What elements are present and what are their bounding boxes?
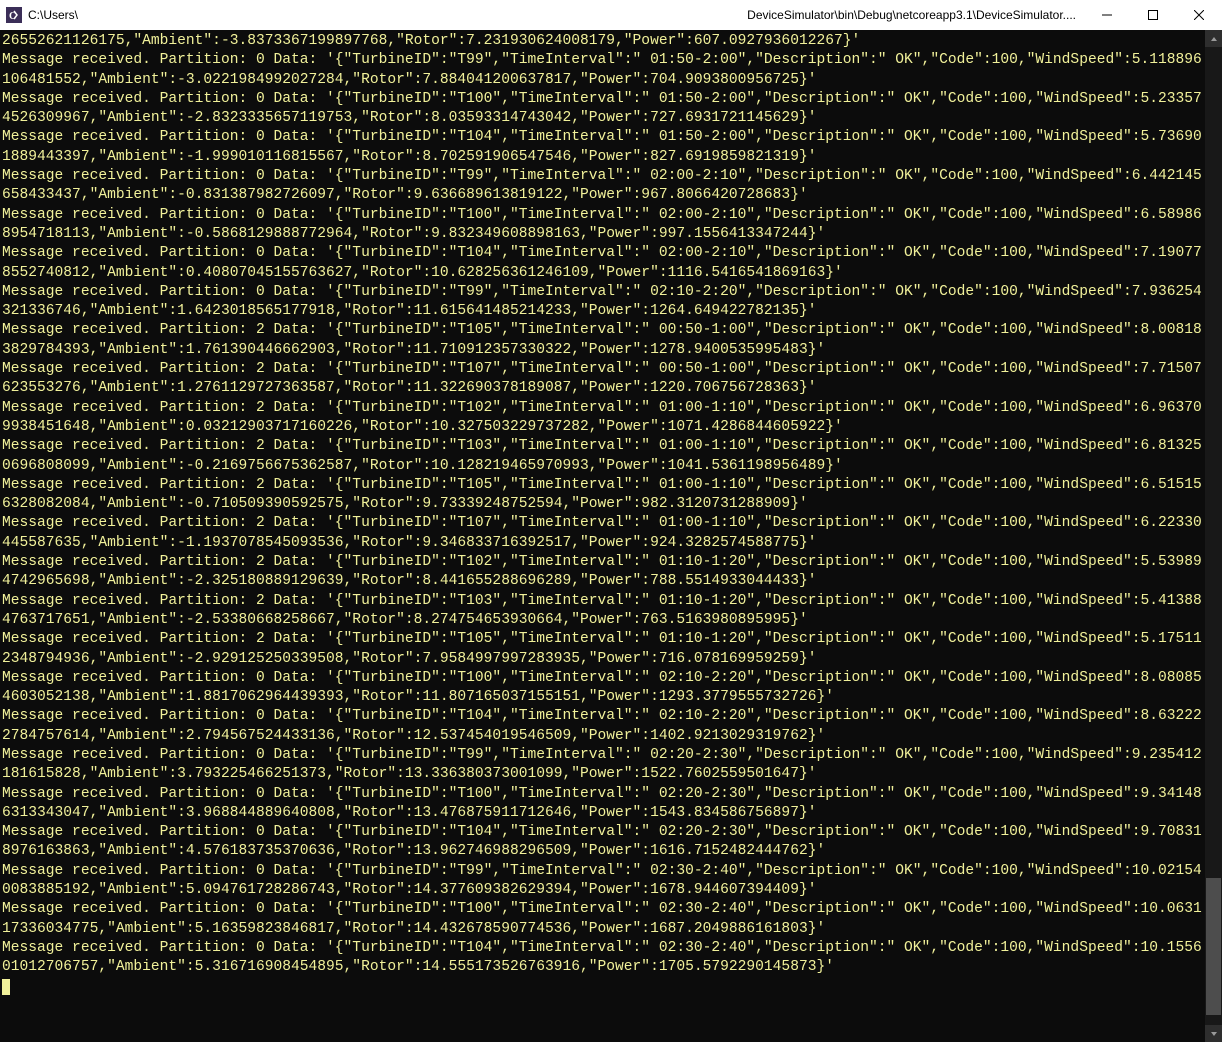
close-button[interactable] xyxy=(1176,0,1222,30)
minimize-button[interactable] xyxy=(1084,0,1130,30)
scrollbar-thumb[interactable] xyxy=(1206,878,1221,1015)
window-title-prefix: C:\Users\ xyxy=(28,8,78,22)
console-icon: C xyxy=(6,7,22,23)
maximize-button[interactable] xyxy=(1130,0,1176,30)
vertical-scrollbar[interactable] xyxy=(1205,30,1222,1042)
window-titlebar[interactable]: C C:\Users\ DeviceSimulator\bin\Debug\ne… xyxy=(0,0,1222,30)
scrollbar-track[interactable] xyxy=(1205,47,1222,1025)
scroll-down-arrow-icon[interactable] xyxy=(1205,1025,1222,1042)
window-title-suffix: DeviceSimulator\bin\Debug\netcoreapp3.1\… xyxy=(747,8,1076,22)
console-output[interactable]: 26552621126175,"Ambient":-3.837336719989… xyxy=(0,30,1205,1042)
console-cursor xyxy=(2,979,10,995)
scroll-up-arrow-icon[interactable] xyxy=(1205,30,1222,47)
